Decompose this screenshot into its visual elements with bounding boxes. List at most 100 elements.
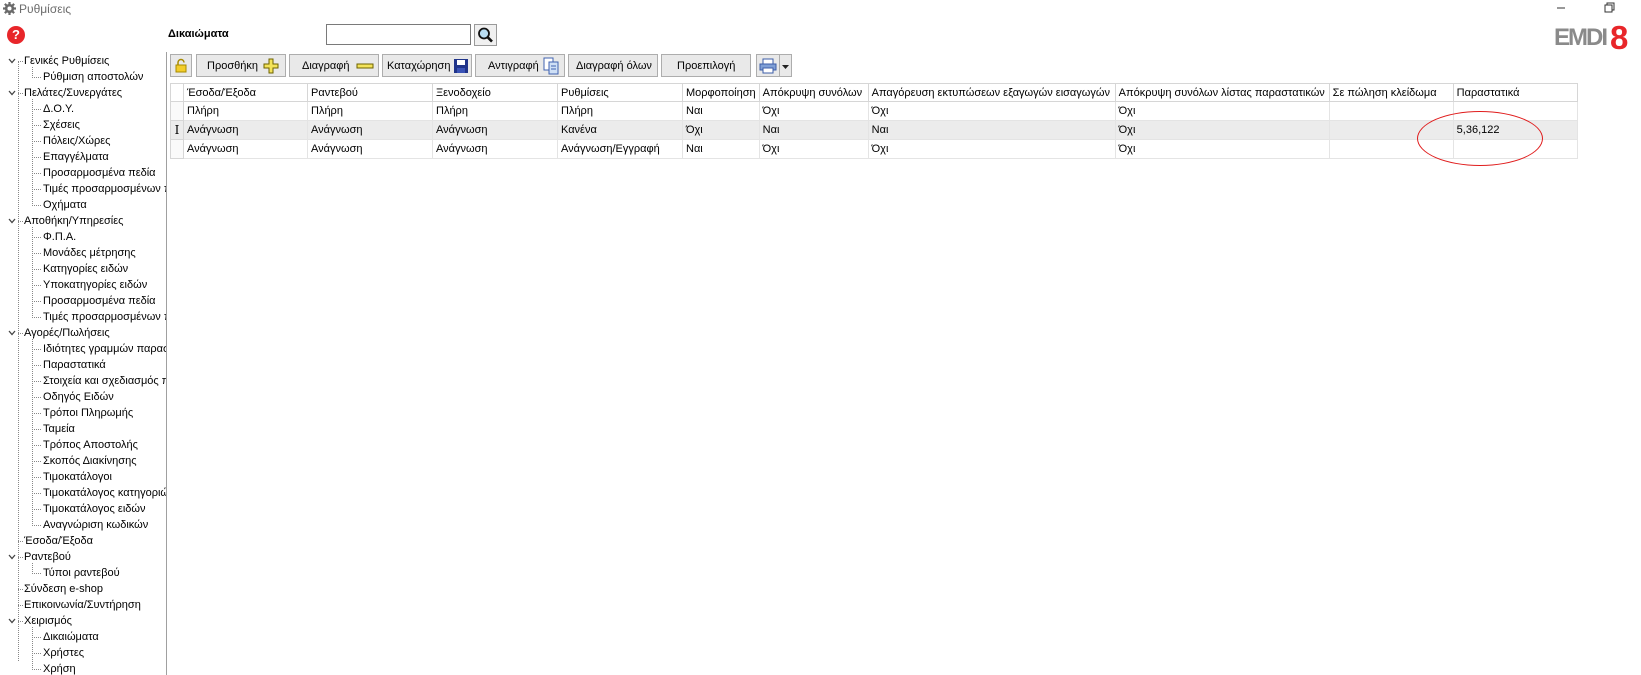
sidebar-item[interactable]: Ραντεβού — [0, 549, 166, 565]
sidebar-item[interactable]: Υποκατηγορίες ειδών — [0, 277, 166, 293]
table-cell[interactable]: Ανάγνωση — [432, 139, 558, 159]
column-header[interactable]: Μορφοποίηση — [682, 83, 760, 102]
sidebar-item[interactable]: Αναγνώριση κωδικών — [0, 517, 166, 533]
table-cell[interactable]: Ναι — [758, 120, 869, 140]
sidebar-item[interactable]: Τιμές προσαρμοσμένων π — [0, 309, 166, 325]
column-header[interactable]: Απαγόρευση εκτυπώσεων εξαγωγών εισαγωγών — [867, 83, 1116, 102]
sidebar-item[interactable]: Κατηγορίες ειδών — [0, 261, 166, 277]
lock-button[interactable] — [170, 54, 192, 77]
save-button[interactable]: Καταχώρηση — [382, 54, 472, 77]
sidebar-item[interactable]: Αποθήκη/Υπηρεσίες — [0, 213, 166, 229]
row-header[interactable] — [170, 139, 184, 159]
table-cell[interactable]: Όχι — [867, 101, 1116, 121]
print-button[interactable] — [756, 54, 780, 77]
column-header[interactable]: Ραντεβού — [307, 83, 433, 102]
search-button[interactable] — [474, 24, 497, 46]
sidebar-item[interactable]: Μονάδες μέτρησης — [0, 245, 166, 261]
table-row[interactable]: Πλήρη Πλήρη Πλήρη Πλήρη Ναι Όχι Όχι Όχι — [170, 101, 1578, 121]
sidebar-item[interactable]: Οδηγός Ειδών — [0, 389, 166, 405]
table-cell[interactable]: Πλήρη — [557, 101, 683, 121]
table-cell[interactable]: Πλήρη — [183, 101, 308, 121]
table-cell[interactable]: Όχι — [1114, 101, 1330, 121]
sidebar-item[interactable]: Έσοδα/Έξοδα — [0, 533, 166, 549]
table-cell[interactable]: Όχι — [682, 120, 760, 140]
default-button[interactable]: Προεπιλογή — [661, 54, 751, 77]
sidebar-item[interactable]: Σχέσεις — [0, 117, 166, 133]
sidebar-item[interactable]: Επαγγέλματα — [0, 149, 166, 165]
sidebar-item[interactable]: Ιδιότητες γραμμών παρασ — [0, 341, 166, 357]
table-cell[interactable]: Πλήρη — [307, 101, 433, 121]
sidebar-item[interactable]: Προσαρμοσμένα πεδία — [0, 165, 166, 181]
sidebar-item[interactable]: Χρήστες — [0, 645, 166, 661]
chevron-down-icon[interactable] — [8, 89, 16, 97]
column-header[interactable]: Παραστατικά — [1452, 83, 1578, 102]
table-cell[interactable]: Ανάγνωση — [183, 139, 308, 159]
sidebar-item[interactable]: Πόλεις/Χώρες — [0, 133, 166, 149]
table-cell[interactable]: Όχι — [1114, 120, 1330, 140]
table-cell[interactable]: Ανάγνωση — [432, 120, 558, 140]
row-header[interactable]: I — [170, 120, 184, 140]
row-header[interactable] — [170, 101, 184, 121]
sidebar-item[interactable]: Τύποι ραντεβού — [0, 565, 166, 581]
sidebar-item[interactable]: Σύνδεση e-shop — [0, 581, 166, 597]
search-input[interactable] — [326, 24, 471, 45]
table-cell[interactable]: Κανένα — [557, 120, 683, 140]
sidebar-item[interactable]: Τιμοκατάλογος κατηγοριώ — [0, 485, 166, 501]
column-header[interactable]: Ρυθμίσεις — [557, 83, 683, 102]
sidebar-item[interactable]: Σκοπός Διακίνησης — [0, 453, 166, 469]
chevron-down-icon[interactable] — [8, 553, 16, 561]
table-row[interactable]: Ανάγνωση Ανάγνωση Ανάγνωση Ανάγνωση/Εγγραφή… — [170, 139, 1578, 159]
chevron-down-icon[interactable] — [8, 329, 16, 337]
sidebar-item[interactable]: Οχήματα — [0, 197, 166, 213]
sidebar-item[interactable]: Τιμοκατάλογοι — [0, 469, 166, 485]
chevron-down-icon[interactable] — [8, 57, 16, 65]
column-header[interactable]: Απόκρυψη συνόλων — [758, 83, 869, 102]
sidebar-item[interactable]: Ταμεία — [0, 421, 166, 437]
chevron-down-icon[interactable] — [8, 617, 16, 625]
column-header[interactable]: Έσοδα/Έξοδα — [183, 83, 308, 102]
delete-all-button[interactable]: Διαγραφή όλων — [568, 54, 658, 77]
help-icon[interactable]: ? — [7, 26, 25, 44]
sidebar-item[interactable]: Γενικές Ρυθμίσεις — [0, 53, 166, 69]
sidebar-item[interactable]: Τιμές προσαρμοσμένων π — [0, 181, 166, 197]
sidebar-item[interactable]: Τιμοκατάλογος ειδών — [0, 501, 166, 517]
sidebar-item[interactable]: Τρόπος Αποστολής — [0, 437, 166, 453]
column-header[interactable]: Απόκρυψη συνόλων λίστας παραστατικών — [1114, 83, 1330, 102]
add-button[interactable]: Προσθήκη — [196, 54, 286, 77]
sidebar-item[interactable]: Παραστατικά — [0, 357, 166, 373]
sidebar-item[interactable]: Ρύθμιση αποστολών — [0, 69, 166, 85]
sidebar-item[interactable]: Χρήση — [0, 661, 166, 675]
sidebar-item[interactable]: Δ.Ο.Υ. — [0, 101, 166, 117]
sidebar-item[interactable]: Στοιχεία και σχεδιασμός π — [0, 373, 166, 389]
table-row[interactable]: I Ανάγνωση Ανάγνωση Ανάγνωση Κανένα Όχι Ναι Ναι… — [170, 120, 1578, 140]
copy-button[interactable]: Αντιγραφή — [475, 54, 565, 77]
table-cell[interactable]: Όχι — [758, 101, 869, 121]
table-cell[interactable]: Ναι — [682, 139, 760, 159]
sidebar-item[interactable]: Δικαιώματα — [0, 629, 166, 645]
table-cell[interactable]: Ανάγνωση — [183, 120, 308, 140]
table-cell[interactable]: Ανάγνωση — [307, 120, 433, 140]
sidebar-item[interactable]: Χειρισμός — [0, 613, 166, 629]
sidebar-item[interactable]: Φ.Π.Α. — [0, 229, 166, 245]
print-dropdown-button[interactable] — [779, 54, 792, 77]
column-header[interactable]: Ξενοδοχείο — [432, 83, 558, 102]
table-cell[interactable]: Ανάγνωση/Εγγραφή — [557, 139, 683, 159]
table-cell[interactable]: Όχι — [758, 139, 869, 159]
table-cell[interactable]: Ναι — [682, 101, 760, 121]
sidebar-tree[interactable]: Γενικές Ρυθμίσεις Ρύθμιση αποστολών Πελάτε… — [0, 52, 167, 675]
table-cell[interactable]: Ανάγνωση — [307, 139, 433, 159]
sidebar-item[interactable]: Τρόποι Πληρωμής — [0, 405, 166, 421]
table-cell[interactable]: Ναι — [867, 120, 1116, 140]
sidebar-item[interactable]: Πελάτες/Συνεργάτες — [0, 85, 166, 101]
table-cell[interactable]: Όχι — [867, 139, 1116, 159]
chevron-down-icon[interactable] — [8, 217, 16, 225]
table-cell[interactable]: Όχι — [1114, 139, 1330, 159]
table-cell[interactable]: Πλήρη — [432, 101, 558, 121]
sidebar-item[interactable]: Προσαρμοσμένα πεδία — [0, 293, 166, 309]
sidebar-item[interactable]: Επικοινωνία/Συντήρηση — [0, 597, 166, 613]
delete-button[interactable]: Διαγραφή — [289, 54, 379, 77]
restore-icon[interactable] — [1600, 0, 1618, 16]
column-header[interactable]: Σε πώληση κλείδωμα — [1328, 83, 1454, 102]
sidebar-item[interactable]: Αγορές/Πωλήσεις — [0, 325, 166, 341]
table-cell[interactable] — [1328, 101, 1454, 121]
